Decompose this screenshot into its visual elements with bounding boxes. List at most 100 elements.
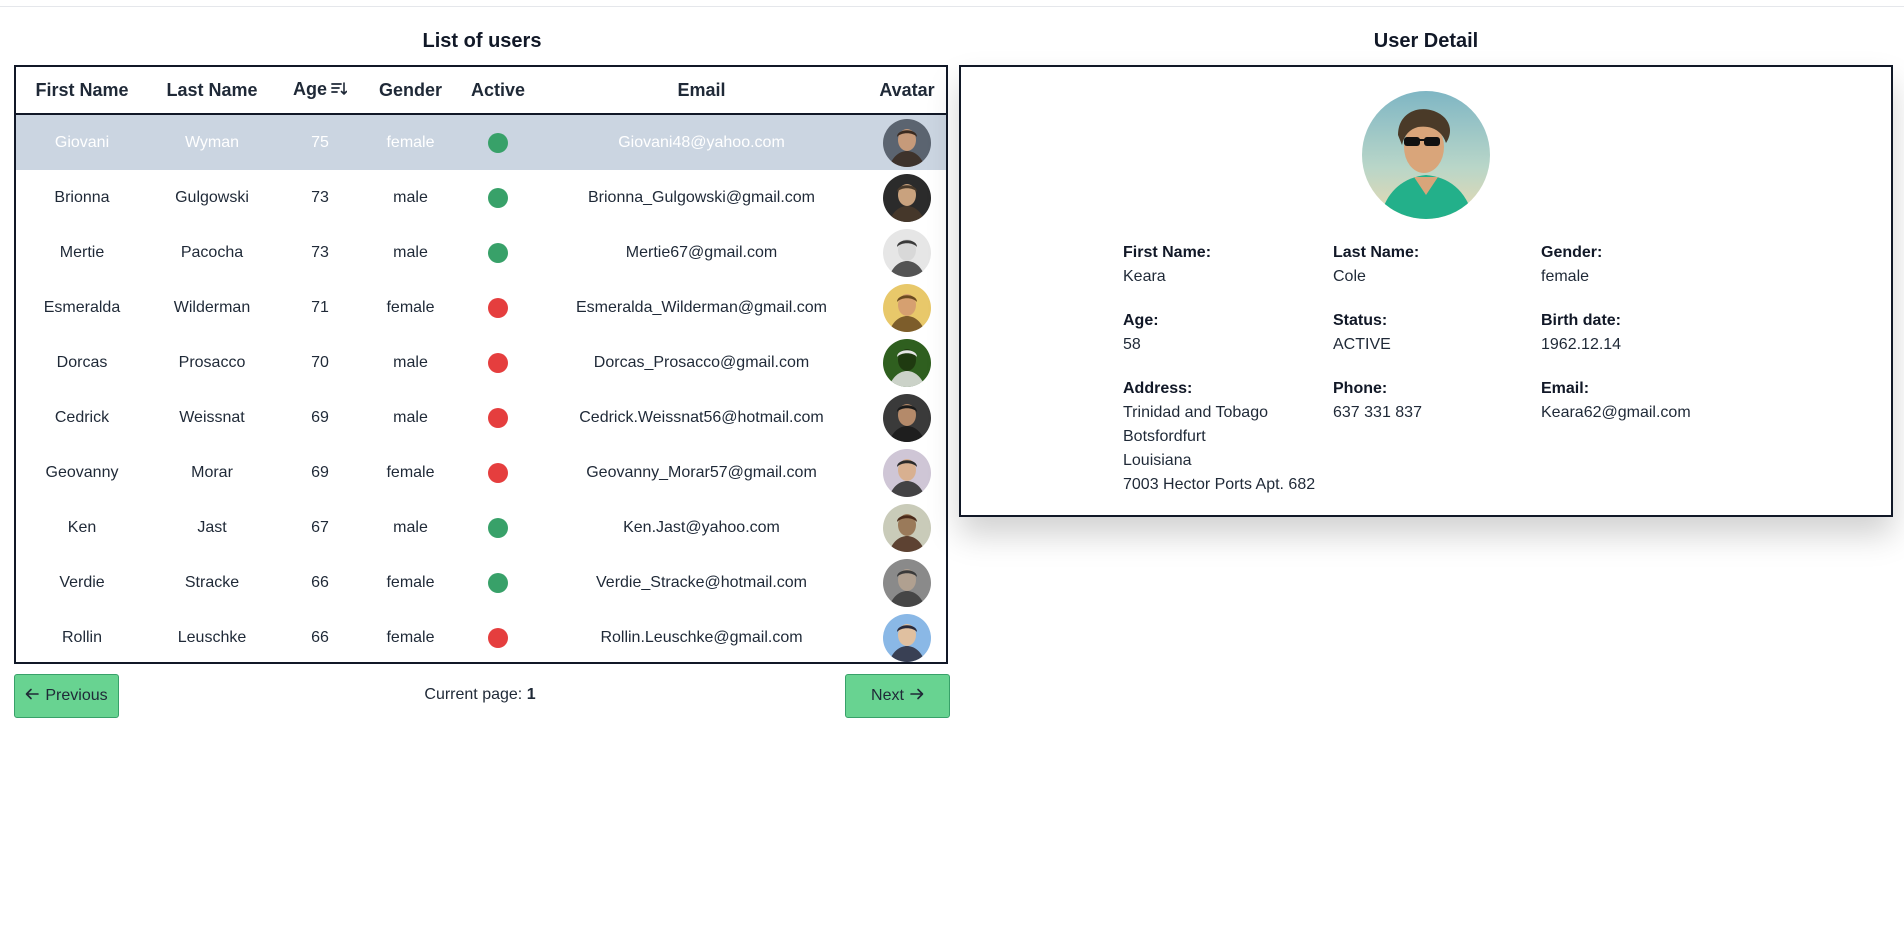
cell-age: 71 (311, 298, 329, 316)
phone-value: 637 331 837 (1333, 404, 1422, 421)
header-age-label: Age (292, 79, 327, 100)
gender-value: female (1541, 268, 1590, 285)
cell-first-name: Esmeralda (43, 298, 121, 316)
cell-last-name: Stracke (184, 573, 240, 591)
detail-status: Status: ACTIVE (1333, 309, 1391, 357)
cell-last-name: Gulgowski (175, 188, 249, 206)
cell-active (457, 445, 539, 500)
cell-last-name: Leuschke (177, 628, 247, 646)
cell-avatar (864, 170, 946, 225)
cell-avatar (864, 610, 946, 662)
cell-age: 66 (311, 628, 329, 646)
first-name-label: First Name: (1123, 244, 1212, 261)
table-row[interactable]: Mertie Pacocha 73 male Mertie67@gmail.com (16, 225, 946, 280)
detail-birth-date: Birth date: 1962.12.14 (1541, 309, 1621, 357)
detail-avatar (1362, 91, 1490, 219)
birth-date-value: 1962.12.14 (1541, 336, 1622, 353)
table-row[interactable]: Dorcas Prosacco 70 male Dorcas_Prosacco@gmai… (16, 335, 946, 390)
cell-active (457, 335, 539, 390)
cell-age: 69 (311, 463, 329, 481)
detail-title: User Detail (1373, 30, 1479, 52)
cell-first-name: Dorcas (56, 353, 108, 371)
avatar (883, 613, 931, 662)
cell-active (457, 390, 539, 445)
inactive-status-dot-icon (488, 627, 508, 648)
cell-avatar (864, 335, 946, 390)
inactive-status-dot-icon (488, 297, 508, 318)
current-page-number: 1 (526, 686, 536, 703)
cell-age: 67 (311, 518, 329, 536)
cell-active (457, 170, 539, 225)
header-email[interactable]: Email (539, 67, 864, 115)
cell-email: Verdie_Stracke@hotmail.com (596, 573, 807, 591)
cell-first-name: Verdie (59, 573, 105, 591)
age-label: Age: (1123, 312, 1159, 329)
table-row[interactable]: Ken Jast 67 male Ken.Jast@yahoo.com (16, 500, 946, 555)
avatar (883, 173, 931, 222)
cell-email: Rollin.Leuschke@gmail.com (600, 628, 803, 646)
cell-last-name: Weissnat (179, 408, 245, 426)
cell-active (457, 225, 539, 280)
cell-last-name: Wyman (148, 114, 276, 170)
cell-age: 70 (311, 353, 329, 371)
email-label: Email: (1541, 380, 1590, 397)
avatar (883, 283, 931, 332)
header-age[interactable]: Age (276, 67, 364, 115)
cell-email: Mertie67@gmail.com (625, 243, 778, 261)
avatar (883, 338, 931, 387)
cell-first-name: Geovanny (45, 463, 119, 481)
email-value: Keara62@gmail.com (1541, 404, 1691, 421)
active-status-dot-icon (488, 242, 508, 263)
header-first-name[interactable]: First Name (16, 67, 148, 115)
active-status-dot-icon (488, 187, 508, 208)
arrow-right-icon (910, 687, 924, 705)
cell-first-name: Brionna (54, 188, 110, 206)
cell-active (457, 610, 539, 662)
avatar (883, 558, 931, 607)
header-last-name[interactable]: Last Name (148, 67, 276, 115)
detail-gender: Gender: female (1541, 241, 1602, 289)
inactive-status-dot-icon (488, 352, 508, 373)
table-row[interactable]: Brionna Gulgowski 73 male Brionna_Gulgowski@… (16, 170, 946, 225)
header-gender[interactable]: Gender (364, 67, 457, 115)
cell-gender: male (393, 408, 428, 426)
table-row[interactable]: Cedrick Weissnat 69 male Cedrick.Weissnat56@… (16, 390, 946, 445)
active-status-dot-icon (488, 517, 508, 538)
table-row[interactable]: Esmeralda Wilderman 71 female Esmeralda_Wild… (16, 280, 946, 335)
next-button[interactable]: Next (845, 674, 950, 718)
cell-last-name: Prosacco (178, 353, 246, 371)
cell-active (457, 114, 539, 170)
table-row[interactable]: Verdie Stracke 66 female Verdie_Stracke@hotm… (16, 555, 946, 610)
cell-avatar (864, 445, 946, 500)
table-row[interactable]: Rollin Leuschke 66 female Rollin.Leuschke@gm… (16, 610, 946, 662)
previous-button[interactable]: Previous (14, 674, 119, 718)
cell-email: Brionna_Gulgowski@gmail.com (588, 188, 815, 206)
avatar (883, 228, 931, 277)
current-page-label: Current page: (424, 686, 523, 703)
active-status-dot-icon (488, 132, 508, 153)
inactive-status-dot-icon (488, 462, 508, 483)
top-divider (0, 6, 1904, 7)
header-active[interactable]: Active (457, 67, 539, 115)
birth-date-label: Birth date: (1541, 312, 1621, 329)
cell-email: Giovani48@yahoo.com (539, 114, 864, 170)
current-page-indicator: Current page: 1 (380, 686, 580, 704)
previous-label: Previous (45, 687, 108, 704)
address-line: Louisiana (1123, 452, 1192, 469)
cell-gender: female (386, 628, 435, 646)
avatar (883, 118, 931, 167)
cell-gender: female (386, 573, 435, 591)
detail-email: Email: Keara62@gmail.com (1541, 377, 1691, 425)
cell-avatar (864, 280, 946, 335)
cell-first-name: Giovani (16, 114, 148, 170)
detail-phone: Phone: 637 331 837 (1333, 377, 1422, 425)
cell-age: 66 (311, 573, 329, 591)
cell-last-name: Jast (197, 518, 227, 536)
cell-email: Geovanny_Morar57@gmail.com (586, 463, 817, 481)
avatar (883, 448, 931, 497)
cell-gender: female (386, 463, 435, 481)
cell-age: 75 (276, 114, 364, 170)
table-row[interactable]: Giovani Wyman 75 female Giovani48@yahoo.com (16, 114, 946, 170)
sort-descending-icon (331, 80, 348, 101)
table-row[interactable]: Geovanny Morar 69 female Geovanny_Morar57@gm… (16, 445, 946, 500)
